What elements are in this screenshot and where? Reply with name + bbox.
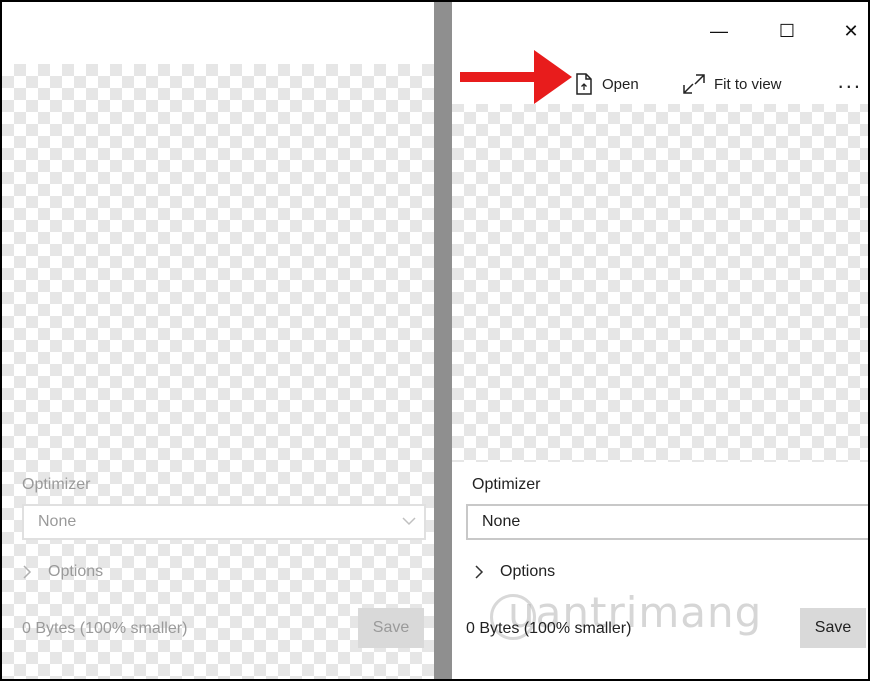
select-value: None [38,513,77,530]
app-frame: Optimizer None Options 0 Bytes (100% sma… [2,2,868,679]
open-label: Open [602,75,639,93]
file-size-text: 0 Bytes (100% smaller) [22,620,188,637]
left-pane: Optimizer None Options 0 Bytes (100% sma… [2,2,434,679]
chevron-down-icon [402,517,416,526]
optimizer-select[interactable]: None [22,504,426,540]
minimize-button[interactable]: — [704,16,734,46]
maximize-button[interactable]: ☐ [772,16,802,46]
fit-to-view-label: Fit to view [714,75,782,93]
open-button[interactable]: Open [574,72,639,96]
options-label: Options [48,563,104,580]
optimizer-select[interactable]: None [466,504,868,540]
close-button[interactable]: ✕ [836,16,866,46]
file-size-text: 0 Bytes (100% smaller) [466,620,632,637]
options-label: Options [500,563,556,580]
red-arrow-annotation [460,50,572,104]
right-pane: — ☐ ✕ Open Fit to view ... Optimizer Non… [452,2,868,679]
options-expander[interactable]: Options [474,558,555,586]
fit-to-view-button[interactable]: Fit to view [682,72,782,96]
save-button[interactable]: Save [800,608,866,648]
pane-divider [434,2,452,679]
options-expander[interactable]: Options [22,558,103,586]
right-settings-panel: Optimizer None Options uantrimang 0 Byte… [452,462,868,679]
transparent-canvas-right [452,64,868,462]
optimizer-label: Optimizer [472,476,541,493]
chevron-right-icon [475,565,484,579]
select-value: None [482,513,521,530]
fit-to-view-icon [683,74,705,94]
optimizer-label: Optimizer [22,476,91,493]
more-options-button[interactable]: ... [838,68,862,94]
save-button[interactable]: Save [358,608,424,648]
left-settings-panel: Optimizer None Options 0 Bytes (100% sma… [2,462,434,679]
chevron-right-icon [23,565,32,579]
